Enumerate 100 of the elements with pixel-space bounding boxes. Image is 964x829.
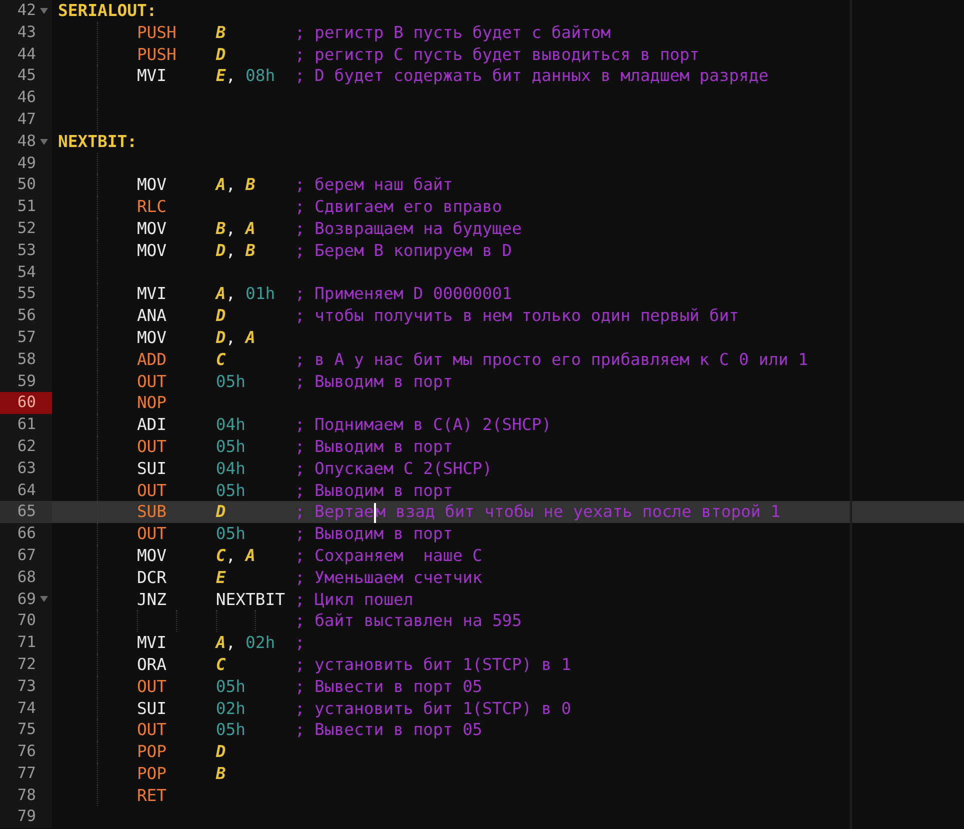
instruction-operand: A, B xyxy=(216,174,256,196)
line-number: 57 xyxy=(16,326,36,348)
instruction-operand: B, A xyxy=(216,218,256,240)
code-comment: ; xyxy=(294,633,305,652)
instruction-operand: 05h xyxy=(216,523,246,545)
instruction-mnemonic: ADD xyxy=(136,348,168,371)
instruction-mnemonic: OUT xyxy=(136,676,168,698)
line-number: 66 xyxy=(16,523,36,544)
instruction-operand: D xyxy=(216,44,227,66)
line-number: 42 xyxy=(16,0,36,21)
line-number: 59 xyxy=(16,370,36,392)
line-number: 73 xyxy=(16,676,36,697)
instruction-operand: D, B xyxy=(216,240,256,262)
instruction-operand: C xyxy=(216,348,227,371)
fold-caret-icon[interactable] xyxy=(40,138,48,145)
code-comment: ; Уменьшаем счетчик xyxy=(294,568,482,587)
code-comment: ; Берем В копируем в D xyxy=(294,240,512,260)
code-comment: ; регистр В пусть будет с байтом xyxy=(294,22,611,42)
line-number: 72 xyxy=(16,654,36,675)
code-comment: ; D будет содержать бит данных в младшем разряде xyxy=(294,66,768,86)
line-number: 62 xyxy=(16,436,36,457)
instruction-mnemonic: RLC xyxy=(136,196,168,218)
line-number: 74 xyxy=(16,698,36,718)
instruction-operand: 04h xyxy=(216,458,246,480)
instruction-mnemonic: OUT xyxy=(136,480,168,502)
instruction-mnemonic: MOV xyxy=(136,326,168,349)
instruction-mnemonic: SUI xyxy=(136,698,168,720)
instruction-mnemonic: OUT xyxy=(136,523,168,545)
instruction-operand: B xyxy=(216,762,227,785)
line-number: 49 xyxy=(16,152,36,174)
instruction-mnemonic: OUT xyxy=(136,370,168,392)
instruction-operand: C xyxy=(216,654,227,676)
instruction-operand: D xyxy=(216,741,227,763)
instruction-operand: E xyxy=(216,566,227,589)
line-number: 47 xyxy=(16,108,36,130)
code-comment: ; Сохраняем наше С xyxy=(294,546,482,565)
instruction-mnemonic: MOV xyxy=(136,174,168,196)
line-number: 58 xyxy=(16,348,36,370)
code-comment: ; Выводим в порт xyxy=(294,372,453,391)
line-number: 46 xyxy=(16,87,36,108)
line-number: 75 xyxy=(16,719,36,740)
line-number: 48 xyxy=(16,130,36,152)
line-number: 70 xyxy=(16,610,36,632)
instruction-mnemonic: OUT xyxy=(136,719,168,742)
instruction-mnemonic: PUSH xyxy=(136,44,178,66)
code-comment: ; в А у нас бит мы просто его прибавляем к С 0 или 1 xyxy=(294,350,808,369)
line-number: 63 xyxy=(16,458,36,479)
fold-caret-icon[interactable] xyxy=(40,596,48,602)
code-comment: ; регистр С пусть будет выводиться в порт xyxy=(294,44,700,64)
instruction-operand: C, A xyxy=(216,544,256,567)
line-number: 65 xyxy=(16,501,36,522)
instruction-mnemonic: POP xyxy=(136,741,168,763)
instruction-mnemonic: SUI xyxy=(136,458,168,480)
instruction-mnemonic: ADI xyxy=(136,414,168,436)
code-comment: ; Возвращаем на будущее xyxy=(294,218,522,238)
code-comment: ; Выводим в порт xyxy=(294,480,453,500)
code-comment: ; байт выставлен на 595 xyxy=(294,611,522,630)
fold-caret-icon[interactable] xyxy=(40,8,48,14)
code-label: SERIALOUT: xyxy=(58,1,157,20)
code-comment: ; Выводим в порт xyxy=(294,524,453,544)
instruction-operand: 04h xyxy=(216,414,246,436)
code-comment: ; установить бит 1(STCP) в 0 xyxy=(294,698,572,718)
line-number: 56 xyxy=(16,305,36,326)
instruction-mnemonic: MOV xyxy=(136,218,168,240)
instruction-operand: 05h xyxy=(216,436,246,458)
line-number: 60 xyxy=(16,392,36,414)
code-comment: ; Вывести в порт 05 xyxy=(294,720,482,740)
instruction-mnemonic: OUT xyxy=(136,436,168,458)
code-comment: ; Выводим в порт xyxy=(294,436,453,456)
line-number: 78 xyxy=(16,784,36,806)
line-number: 51 xyxy=(16,196,36,218)
instruction-mnemonic: MOV xyxy=(136,240,168,262)
line-number: 44 xyxy=(16,44,36,65)
instruction-operand: 05h xyxy=(216,719,246,742)
line-number: 64 xyxy=(16,480,36,501)
line-number: 71 xyxy=(16,632,36,654)
instruction-mnemonic: MVI xyxy=(136,632,168,654)
instruction-mnemonic: ANA xyxy=(136,305,168,327)
line-number: 54 xyxy=(16,262,36,283)
line-number: 79 xyxy=(16,806,36,828)
line-number: 45 xyxy=(16,65,36,86)
code-comment: ; берем наш байт xyxy=(294,175,453,194)
instruction-operand: A, 02h xyxy=(216,632,276,654)
instruction-operand: D xyxy=(216,305,227,327)
code-comment: ; Применяем D 00000001 xyxy=(294,284,512,304)
line-number: 50 xyxy=(16,174,36,196)
code-comment: ; Цикл пошел xyxy=(294,590,414,609)
line-number: 52 xyxy=(16,218,36,239)
line-number: 61 xyxy=(16,414,36,436)
instruction-mnemonic: RET xyxy=(136,784,168,806)
code-comment: ; Опускаем С 2(SHCP) xyxy=(294,458,492,478)
instruction-operand: D xyxy=(216,501,227,524)
instruction-mnemonic: ORA xyxy=(136,654,168,676)
code-comment: ; установить бит 1(STCP) в 1 xyxy=(294,654,572,674)
instruction-mnemonic: POP xyxy=(136,762,168,785)
line-number: 68 xyxy=(16,566,36,588)
line-number: 67 xyxy=(16,544,36,566)
code-comment: ; Поднимаем в С(А) 2(SHCP) xyxy=(294,415,552,434)
breakpoint-marker[interactable]: 60 xyxy=(0,392,52,414)
instruction-mnemonic: MVI xyxy=(136,65,168,88)
